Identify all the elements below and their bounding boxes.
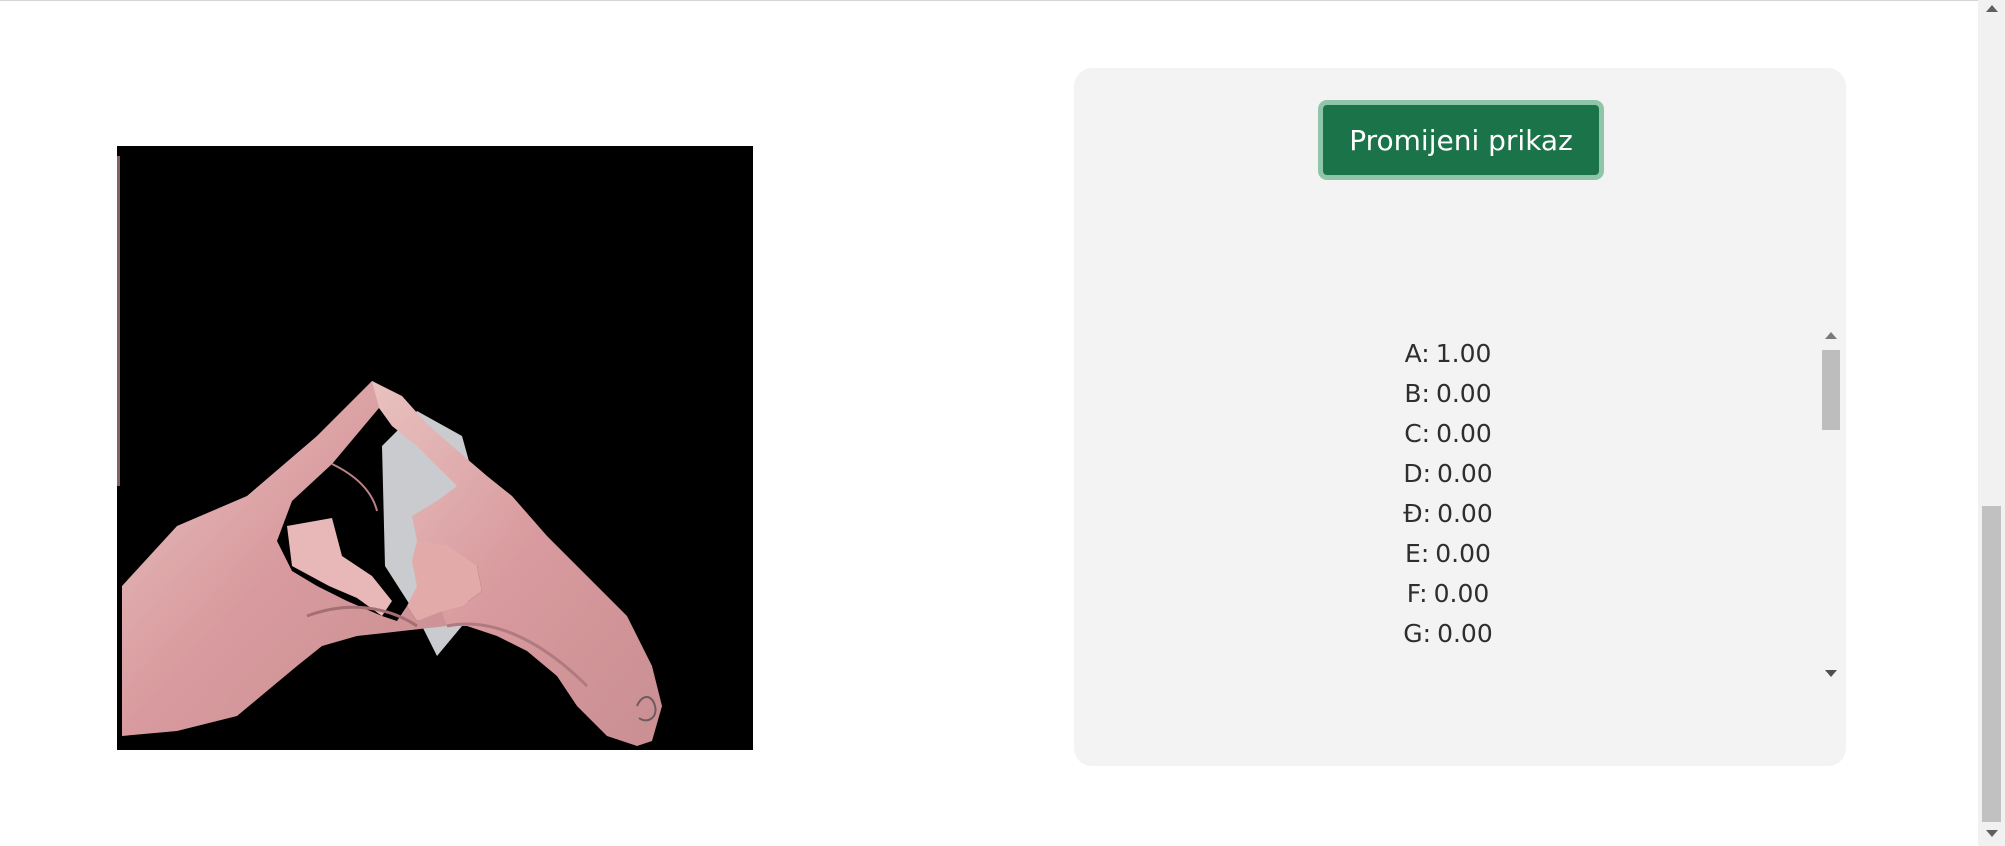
scroll-down-icon[interactable] <box>1825 670 1837 677</box>
prediction-item: D: 0.00 <box>1074 454 1822 494</box>
prediction-score: 0.00 <box>1437 459 1493 488</box>
prediction-score: 0.00 <box>1436 419 1492 448</box>
prediction-letter: E <box>1405 539 1421 568</box>
camera-feed <box>117 146 753 750</box>
prediction-score: 0.00 <box>1435 379 1492 408</box>
page-scroll-thumb[interactable] <box>1982 506 2001 822</box>
hand-sign-image <box>122 381 662 746</box>
prediction-item: G: 0.00 <box>1074 614 1822 654</box>
prediction-item: B: 0.00 <box>1074 374 1822 414</box>
prediction-separator: : <box>1421 379 1430 408</box>
prediction-item: A: 1.00 <box>1074 334 1822 374</box>
prediction-score: 1.00 <box>1435 339 1492 368</box>
scroll-up-icon[interactable] <box>1825 332 1837 339</box>
prediction-separator: : <box>1419 579 1428 608</box>
prediction-item: Đ: 0.00 <box>1074 494 1822 534</box>
prediction-separator: : <box>1422 459 1432 488</box>
prediction-letter: D <box>1403 459 1423 488</box>
prediction-letter: G <box>1403 619 1423 648</box>
prediction-panel: Promijeni prikaz A: 1.00 B: 0.00 C: 0.00 D: 0.0… <box>1074 68 1846 766</box>
prediction-score: 0.00 <box>1435 539 1491 568</box>
prediction-letter: A <box>1404 339 1422 368</box>
prediction-letter: F <box>1406 579 1420 608</box>
prediction-separator: : <box>1421 419 1431 448</box>
scroll-thumb[interactable] <box>1822 350 1840 430</box>
prediction-separator: : <box>1421 339 1430 368</box>
prediction-separator: : <box>1422 499 1432 528</box>
prediction-score: 0.00 <box>1437 499 1493 528</box>
prediction-letter: B <box>1404 379 1422 408</box>
probability-scrollbar[interactable] <box>1820 322 1842 688</box>
prediction-letter: C <box>1404 419 1422 448</box>
prediction-item: C: 0.00 <box>1074 414 1822 454</box>
prediction-score: 0.00 <box>1437 619 1493 648</box>
page-scrollbar[interactable] <box>1978 0 2005 846</box>
probability-viewport: A: 1.00 B: 0.00 C: 0.00 D: 0.00 Đ: 0.00 E: 0.00 F: 0.… <box>1074 322 1822 688</box>
frame-edge <box>117 156 120 486</box>
prediction-letter: Đ <box>1403 499 1423 528</box>
toggle-view-button[interactable]: Promijeni prikaz <box>1318 100 1604 180</box>
prediction-score: 0.00 <box>1433 579 1490 608</box>
prediction-separator: : <box>1420 539 1430 568</box>
probability-list[interactable]: A: 1.00 B: 0.00 C: 0.00 D: 0.00 Đ: 0.00 E: 0.00 F: 0.… <box>1074 322 1846 688</box>
prediction-item: E: 0.00 <box>1074 534 1822 574</box>
prediction-separator: : <box>1422 619 1432 648</box>
page-scroll-down-icon[interactable] <box>1986 830 1998 837</box>
prediction-item: F: 0.00 <box>1074 574 1822 614</box>
page-scroll-up-icon[interactable] <box>1986 5 1998 12</box>
top-border <box>0 0 1978 1</box>
